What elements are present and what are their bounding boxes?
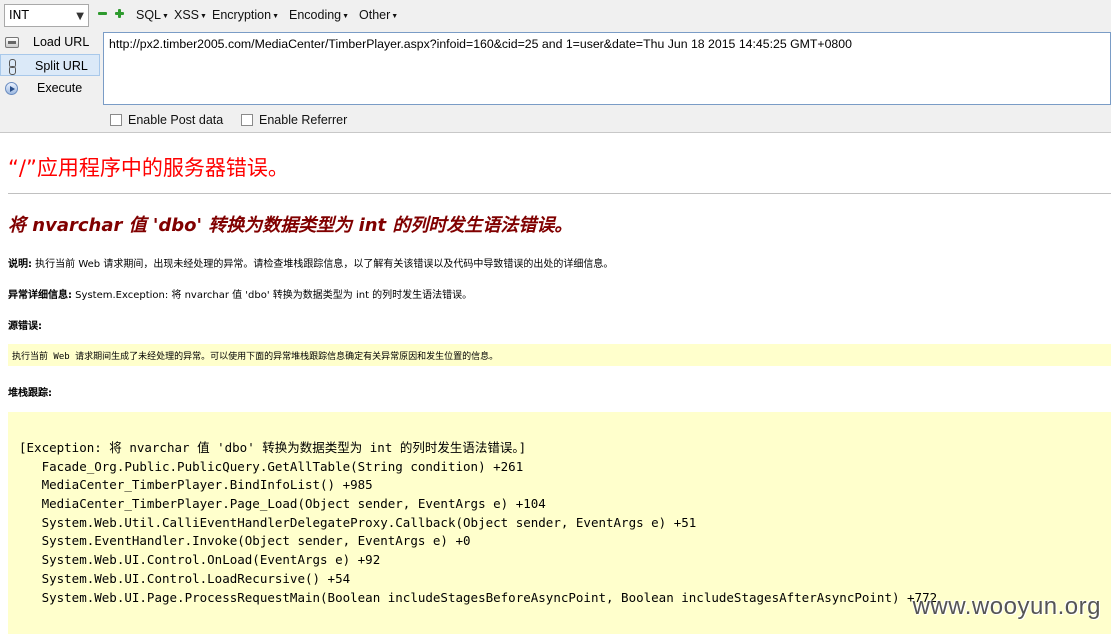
- stack-line: [Exception: 将 nvarchar 值 'dbo' 转换为数据类型为 …: [19, 440, 527, 455]
- chevron-down-icon: ▼: [76, 11, 84, 22]
- menu-encryption[interactable]: Encryption▼: [212, 8, 279, 22]
- url-textarea[interactable]: http://px2.timber2005.com/MediaCenter/Ti…: [103, 32, 1111, 105]
- dropdown-arrow-icon: ▼: [342, 13, 350, 20]
- error-subtitle: 将 nvarchar 值 'dbo' 转换为数据类型为 int 的列时发生语法错…: [8, 215, 573, 236]
- load-url-button[interactable]: Load URL: [0, 31, 100, 53]
- injection-type-value: INT: [9, 8, 29, 22]
- stack-line: System.Web.Util.CalliEventHandlerDelegat…: [19, 514, 697, 530]
- menu-xss[interactable]: XSS▼: [174, 8, 207, 22]
- injection-type-select[interactable]: INT ▼: [4, 4, 89, 27]
- description-paragraph: 说明: 执行当前 Web 请求期间，出现未经处理的异常。请检查堆栈跟踪信息，以了…: [8, 255, 613, 270]
- minus-icon[interactable]: [98, 9, 107, 18]
- source-error-label: 源错误:: [8, 321, 42, 332]
- description-label: 说明:: [8, 259, 32, 270]
- stack-line: System.EventHandler.Invoke(Object sender…: [19, 533, 471, 549]
- dropdown-arrow-icon: ▼: [200, 13, 207, 20]
- menu-sql[interactable]: SQL▼: [136, 8, 169, 22]
- checkbox-icon[interactable]: [110, 114, 122, 126]
- enable-post-checkbox[interactable]: Enable Post data: [110, 113, 223, 127]
- page-title: “/”应用程序中的服务器错误。: [8, 156, 289, 180]
- execute-button[interactable]: Execute: [0, 77, 100, 99]
- divider: [8, 193, 1111, 194]
- exception-paragraph: 异常详细信息: System.Exception: 将 nvarchar 值 '…: [8, 286, 472, 301]
- scissors-icon: [6, 59, 20, 75]
- source-error-box: 执行当前 Web 请求期间生成了未经处理的异常。可以使用下面的异常堆栈跟踪信息确…: [8, 344, 1111, 366]
- dropdown-arrow-icon: ▼: [391, 13, 399, 20]
- stack-line: Facade_Org.Public.PublicQuery.GetAllTabl…: [19, 458, 524, 474]
- dropdown-arrow-icon: ▼: [162, 13, 169, 20]
- enable-referrer-checkbox[interactable]: Enable Referrer: [241, 113, 347, 127]
- menu-encoding[interactable]: Encoding▼: [289, 8, 349, 22]
- plus-icon[interactable]: [115, 9, 124, 18]
- stack-line: System.Web.UI.Control.OnLoad(EventArgs e…: [19, 552, 381, 568]
- exception-text: System.Exception: 将 nvarchar 值 'dbo' 转换为…: [72, 290, 473, 301]
- checkbox-icon[interactable]: [241, 114, 253, 126]
- dropdown-arrow-icon: ▼: [272, 13, 279, 20]
- split-url-button[interactable]: Split URL: [0, 54, 100, 76]
- stack-line: MediaCenter_TimberPlayer.Page_Load(Objec…: [19, 496, 546, 512]
- description-text: 执行当前 Web 请求期间，出现未经处理的异常。请检查堆栈跟踪信息，以了解有关该…: [32, 259, 614, 270]
- exception-label: 异常详细信息:: [8, 290, 72, 301]
- hackbar-toolbar: INT ▼ SQL▼ XSS▼ Encryption▼ Encoding▼ Ot…: [0, 0, 1111, 31]
- stack-line: System.Web.UI.Control.LoadRecursive() +5…: [19, 570, 351, 586]
- menu-other[interactable]: Other▼: [359, 8, 398, 22]
- stack-line: MediaCenter_TimberPlayer.BindInfoList() …: [19, 477, 373, 493]
- load-url-icon: [5, 37, 19, 48]
- watermark: www.wooyun.org: [912, 593, 1101, 620]
- play-icon: [5, 82, 18, 95]
- stack-trace-label: 堆栈跟踪:: [8, 388, 52, 399]
- hackbar-panel: Load URL Split URL Execute http://px2.ti…: [0, 31, 1111, 133]
